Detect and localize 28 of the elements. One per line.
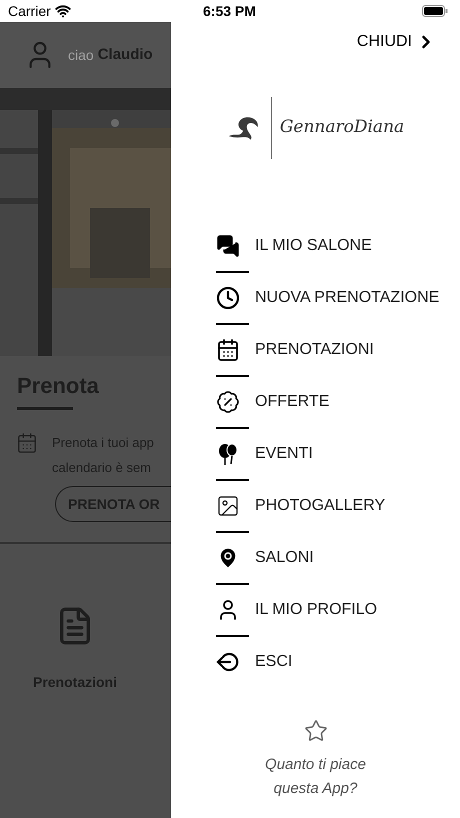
clock-icon [216,286,240,310]
calendar-icon [16,432,38,454]
menu-item[interactable]: IL MIO SALONE [216,221,460,271]
clock-time: 6:53 PM [203,2,256,20]
logout-icon [216,650,240,674]
menu-item[interactable]: OFFERTE [216,377,460,427]
rating-prompt: questa App? [274,779,358,799]
carrier-label: Carrier [8,2,51,20]
chat-icon [216,234,240,258]
title-underline [17,407,73,410]
calendar-icon [216,338,240,362]
menu-item[interactable]: NUOVA PRENOTAZIONE [216,273,460,323]
menu-item[interactable]: SALONI [216,533,460,583]
percent-badge-icon [216,390,240,414]
star-icon[interactable] [304,719,328,743]
image-icon [216,494,240,518]
menu-item[interactable]: PHOTOGALLERY [216,481,460,531]
logo-text: GennaroDiana [280,116,404,140]
menu-item[interactable]: EVENTI [216,429,460,479]
menu-item[interactable]: PRENOTAZIONI [216,325,460,375]
battery-icon [422,5,448,17]
wifi-icon [54,3,71,19]
close-button[interactable]: CHIUDI [356,30,436,54]
menu-item[interactable]: ESCI [216,637,460,687]
greeting-label: ciao [68,46,94,64]
logo-divider [270,97,272,159]
menu-item[interactable]: IL MIO PROFILO [216,585,460,635]
rating-prompt: Quanto ti piace [265,755,366,775]
